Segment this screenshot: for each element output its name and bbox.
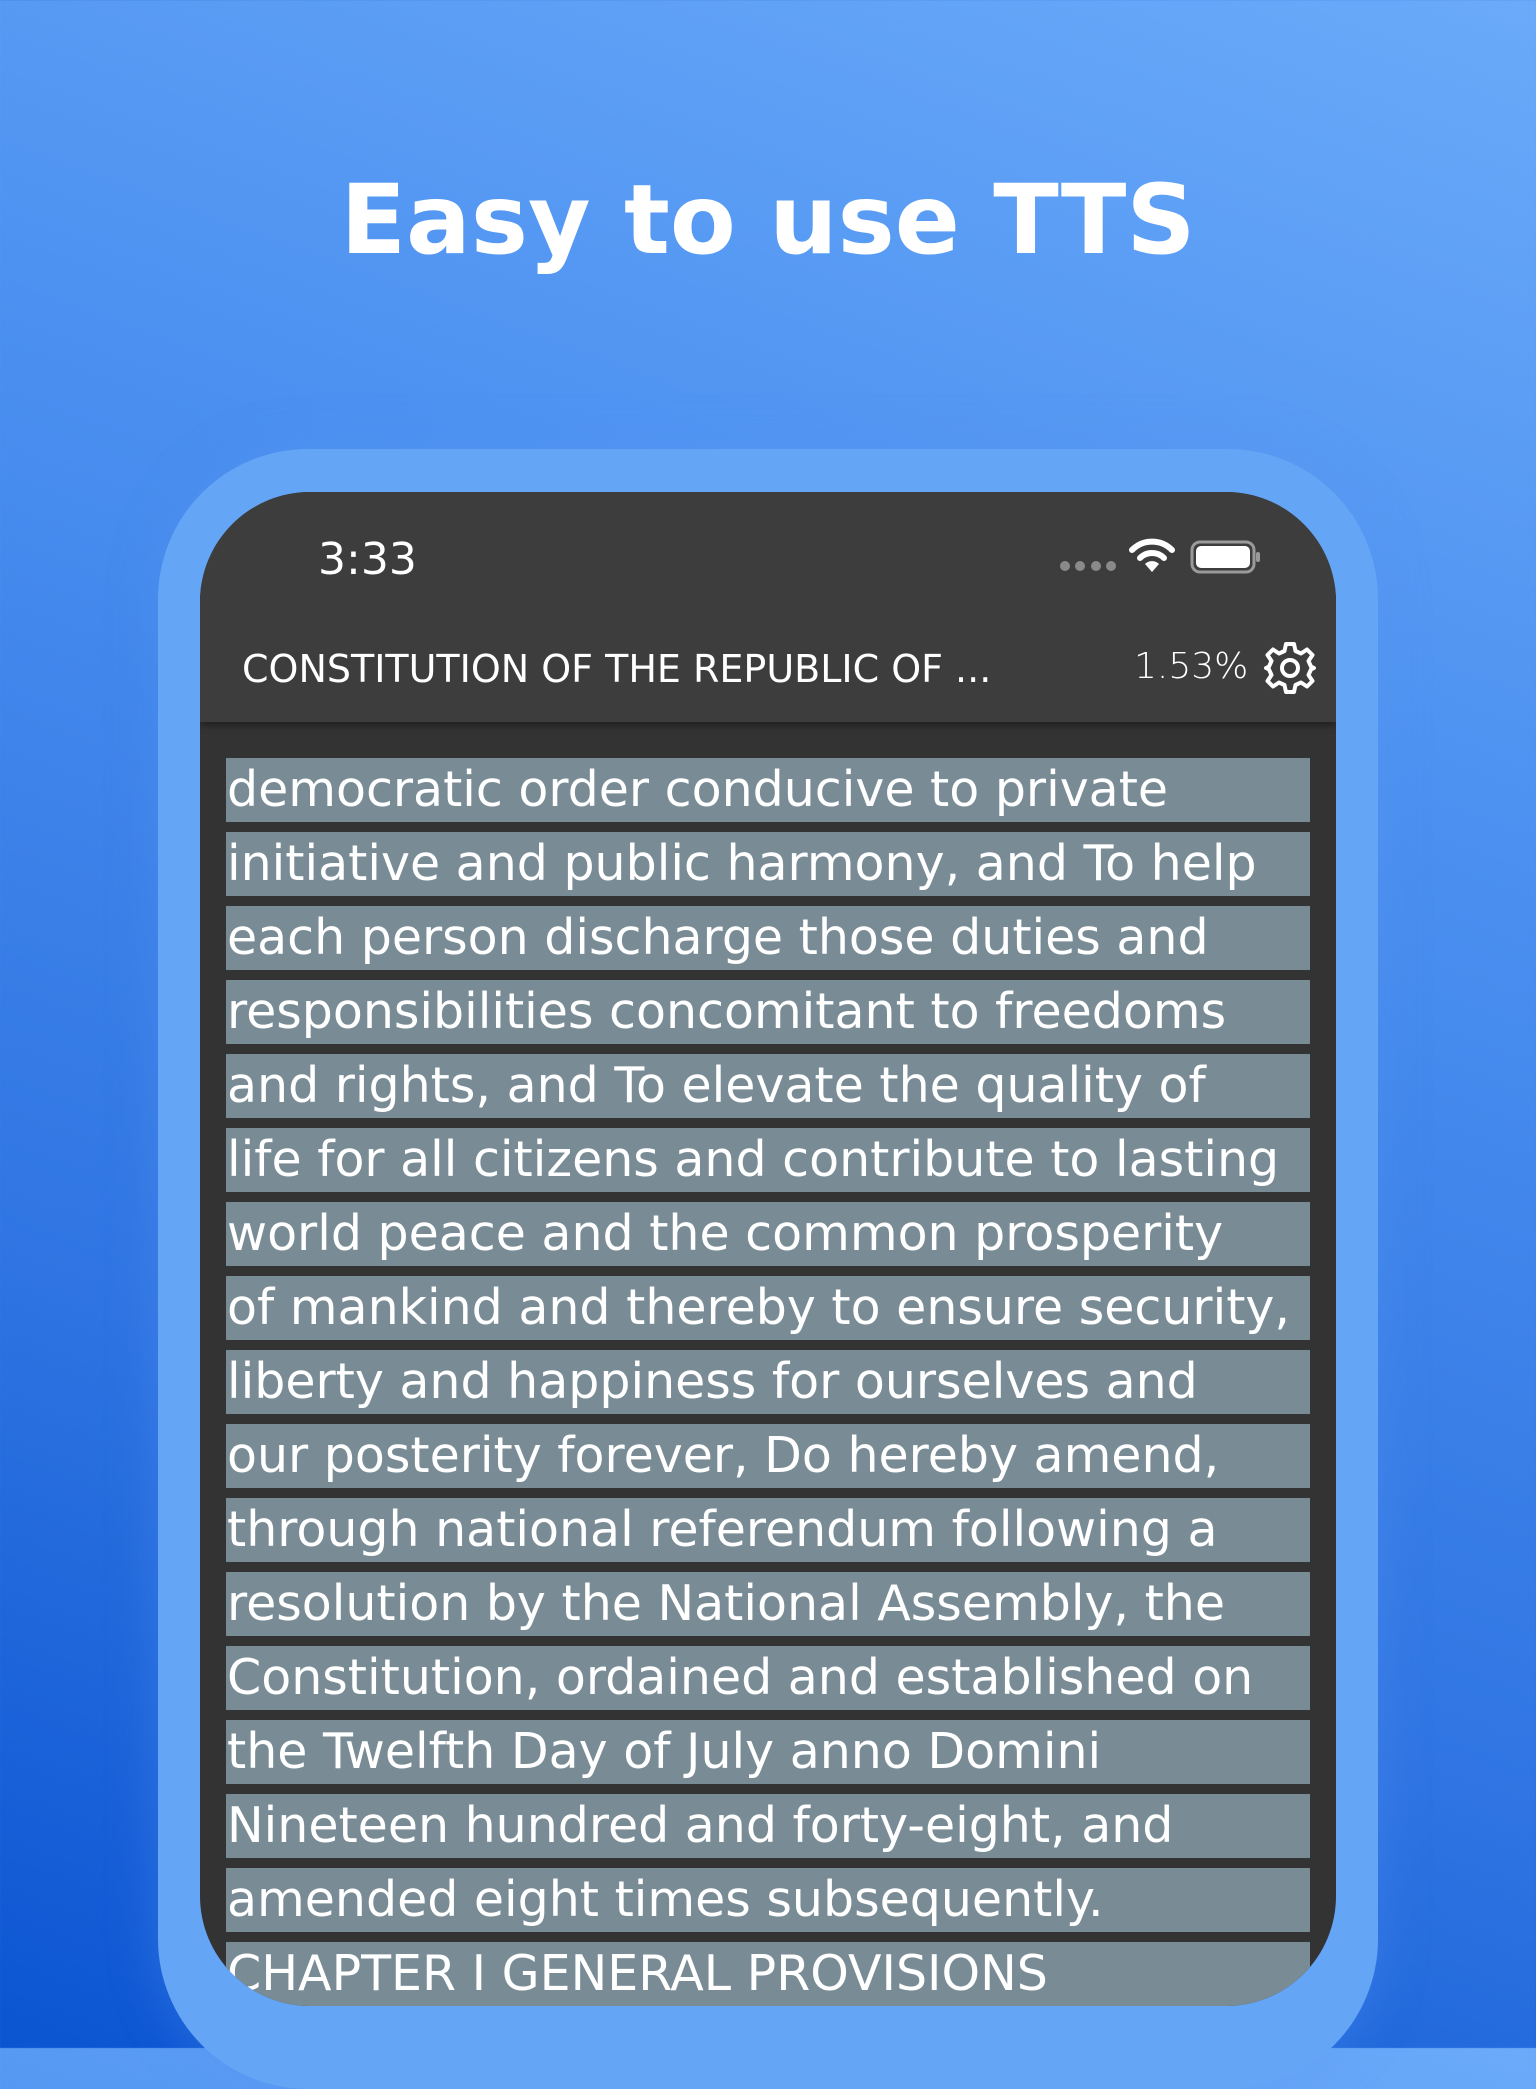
gear-icon[interactable] (1262, 640, 1318, 696)
text-line[interactable]: Nineteen hundred and forty-eight, and (226, 1794, 1310, 1858)
text-line[interactable]: world peace and the common prosperity (226, 1202, 1310, 1266)
text-line[interactable]: life for all citizens and contribute to … (226, 1128, 1310, 1192)
reading-progress: 1.53% (1134, 646, 1249, 687)
text-line[interactable]: initiative and public harmony, and To he… (226, 832, 1310, 896)
signal-dots-icon (1060, 561, 1116, 573)
text-line[interactable]: democratic order conducive to private (226, 758, 1310, 822)
text-line[interactable]: and rights, and To elevate the quality o… (226, 1054, 1310, 1118)
text-line[interactable]: of mankind and thereby to ensure securit… (226, 1276, 1310, 1340)
text-line[interactable]: resolution by the National Assembly, the (226, 1572, 1310, 1636)
text-line[interactable]: through national referendum following a (226, 1498, 1310, 1562)
phone-screen: 3:33 CONSTITUTION OF THE REPUBLIC OF ...… (200, 492, 1336, 2006)
text-line[interactable]: our posterity forever, Do hereby amend, (226, 1424, 1310, 1488)
document-title: CONSTITUTION OF THE REPUBLIC OF ... (242, 647, 992, 691)
text-line[interactable]: CHAPTER I GENERAL PROVISIONS (226, 1942, 1310, 2006)
text-line[interactable]: responsibilities concomitant to freedoms (226, 980, 1310, 1044)
status-time: 3:33 (318, 534, 417, 585)
text-line[interactable]: each person discharge those duties and (226, 906, 1310, 970)
text-line[interactable]: Constitution, ordained and established o… (226, 1646, 1310, 1710)
text-line[interactable]: the Twelfth Day of July anno Domini (226, 1720, 1310, 1784)
wifi-icon (1129, 538, 1175, 572)
top-bar: 3:33 CONSTITUTION OF THE REPUBLIC OF ...… (200, 492, 1336, 722)
headline: Easy to use TTS (340, 164, 1196, 276)
reader-content[interactable]: democratic order conducive to private in… (226, 758, 1310, 2006)
text-line[interactable]: liberty and happiness for ourselves and (226, 1350, 1310, 1414)
text-line[interactable]: amended eight times subsequently. (226, 1868, 1310, 1932)
battery-icon (1190, 540, 1260, 574)
